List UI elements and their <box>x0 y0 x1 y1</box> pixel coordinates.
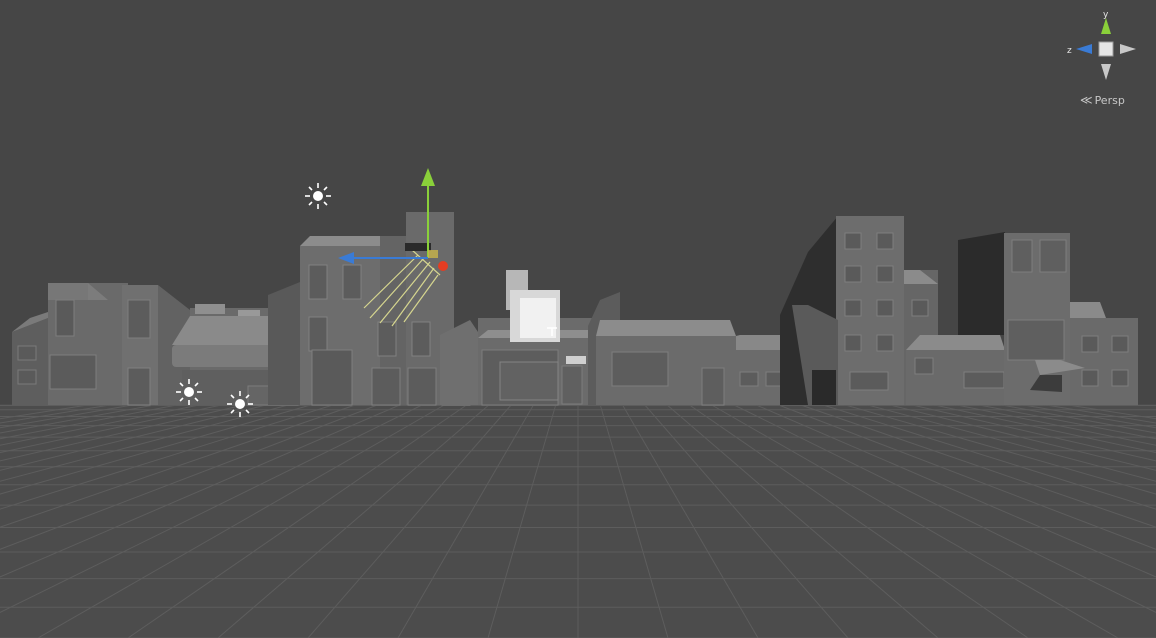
ground-plane <box>0 403 1156 638</box>
buildings[interactable] <box>12 212 1138 406</box>
scene-viewport[interactable]: y z ≪ Persp <box>0 0 1156 638</box>
building-lit-garage[interactable] <box>478 270 593 406</box>
neg-y-axis-cone[interactable] <box>1101 64 1111 80</box>
sun-icon[interactable] <box>305 183 331 209</box>
chevron-left-icon: ≪ <box>1080 93 1093 107</box>
y-axis-cone[interactable] <box>1101 18 1111 34</box>
z-axis-cone[interactable] <box>1076 44 1092 54</box>
projection-label: Persp <box>1094 93 1125 107</box>
neg-z-axis-cone[interactable] <box>1120 44 1136 54</box>
building-long-low[interactable] <box>588 292 806 406</box>
building-left-house[interactable] <box>12 283 190 406</box>
building-right-block[interactable] <box>906 232 1138 405</box>
gizmo-y-label: y <box>1103 10 1109 20</box>
gizmo-center-cube[interactable] <box>1098 41 1114 57</box>
scene-canvas[interactable] <box>0 0 1156 638</box>
building-center-tall[interactable] <box>268 212 480 406</box>
projection-toggle[interactable]: ≪ Persp <box>1080 92 1130 108</box>
gizmo-z-label: z <box>1067 46 1072 56</box>
